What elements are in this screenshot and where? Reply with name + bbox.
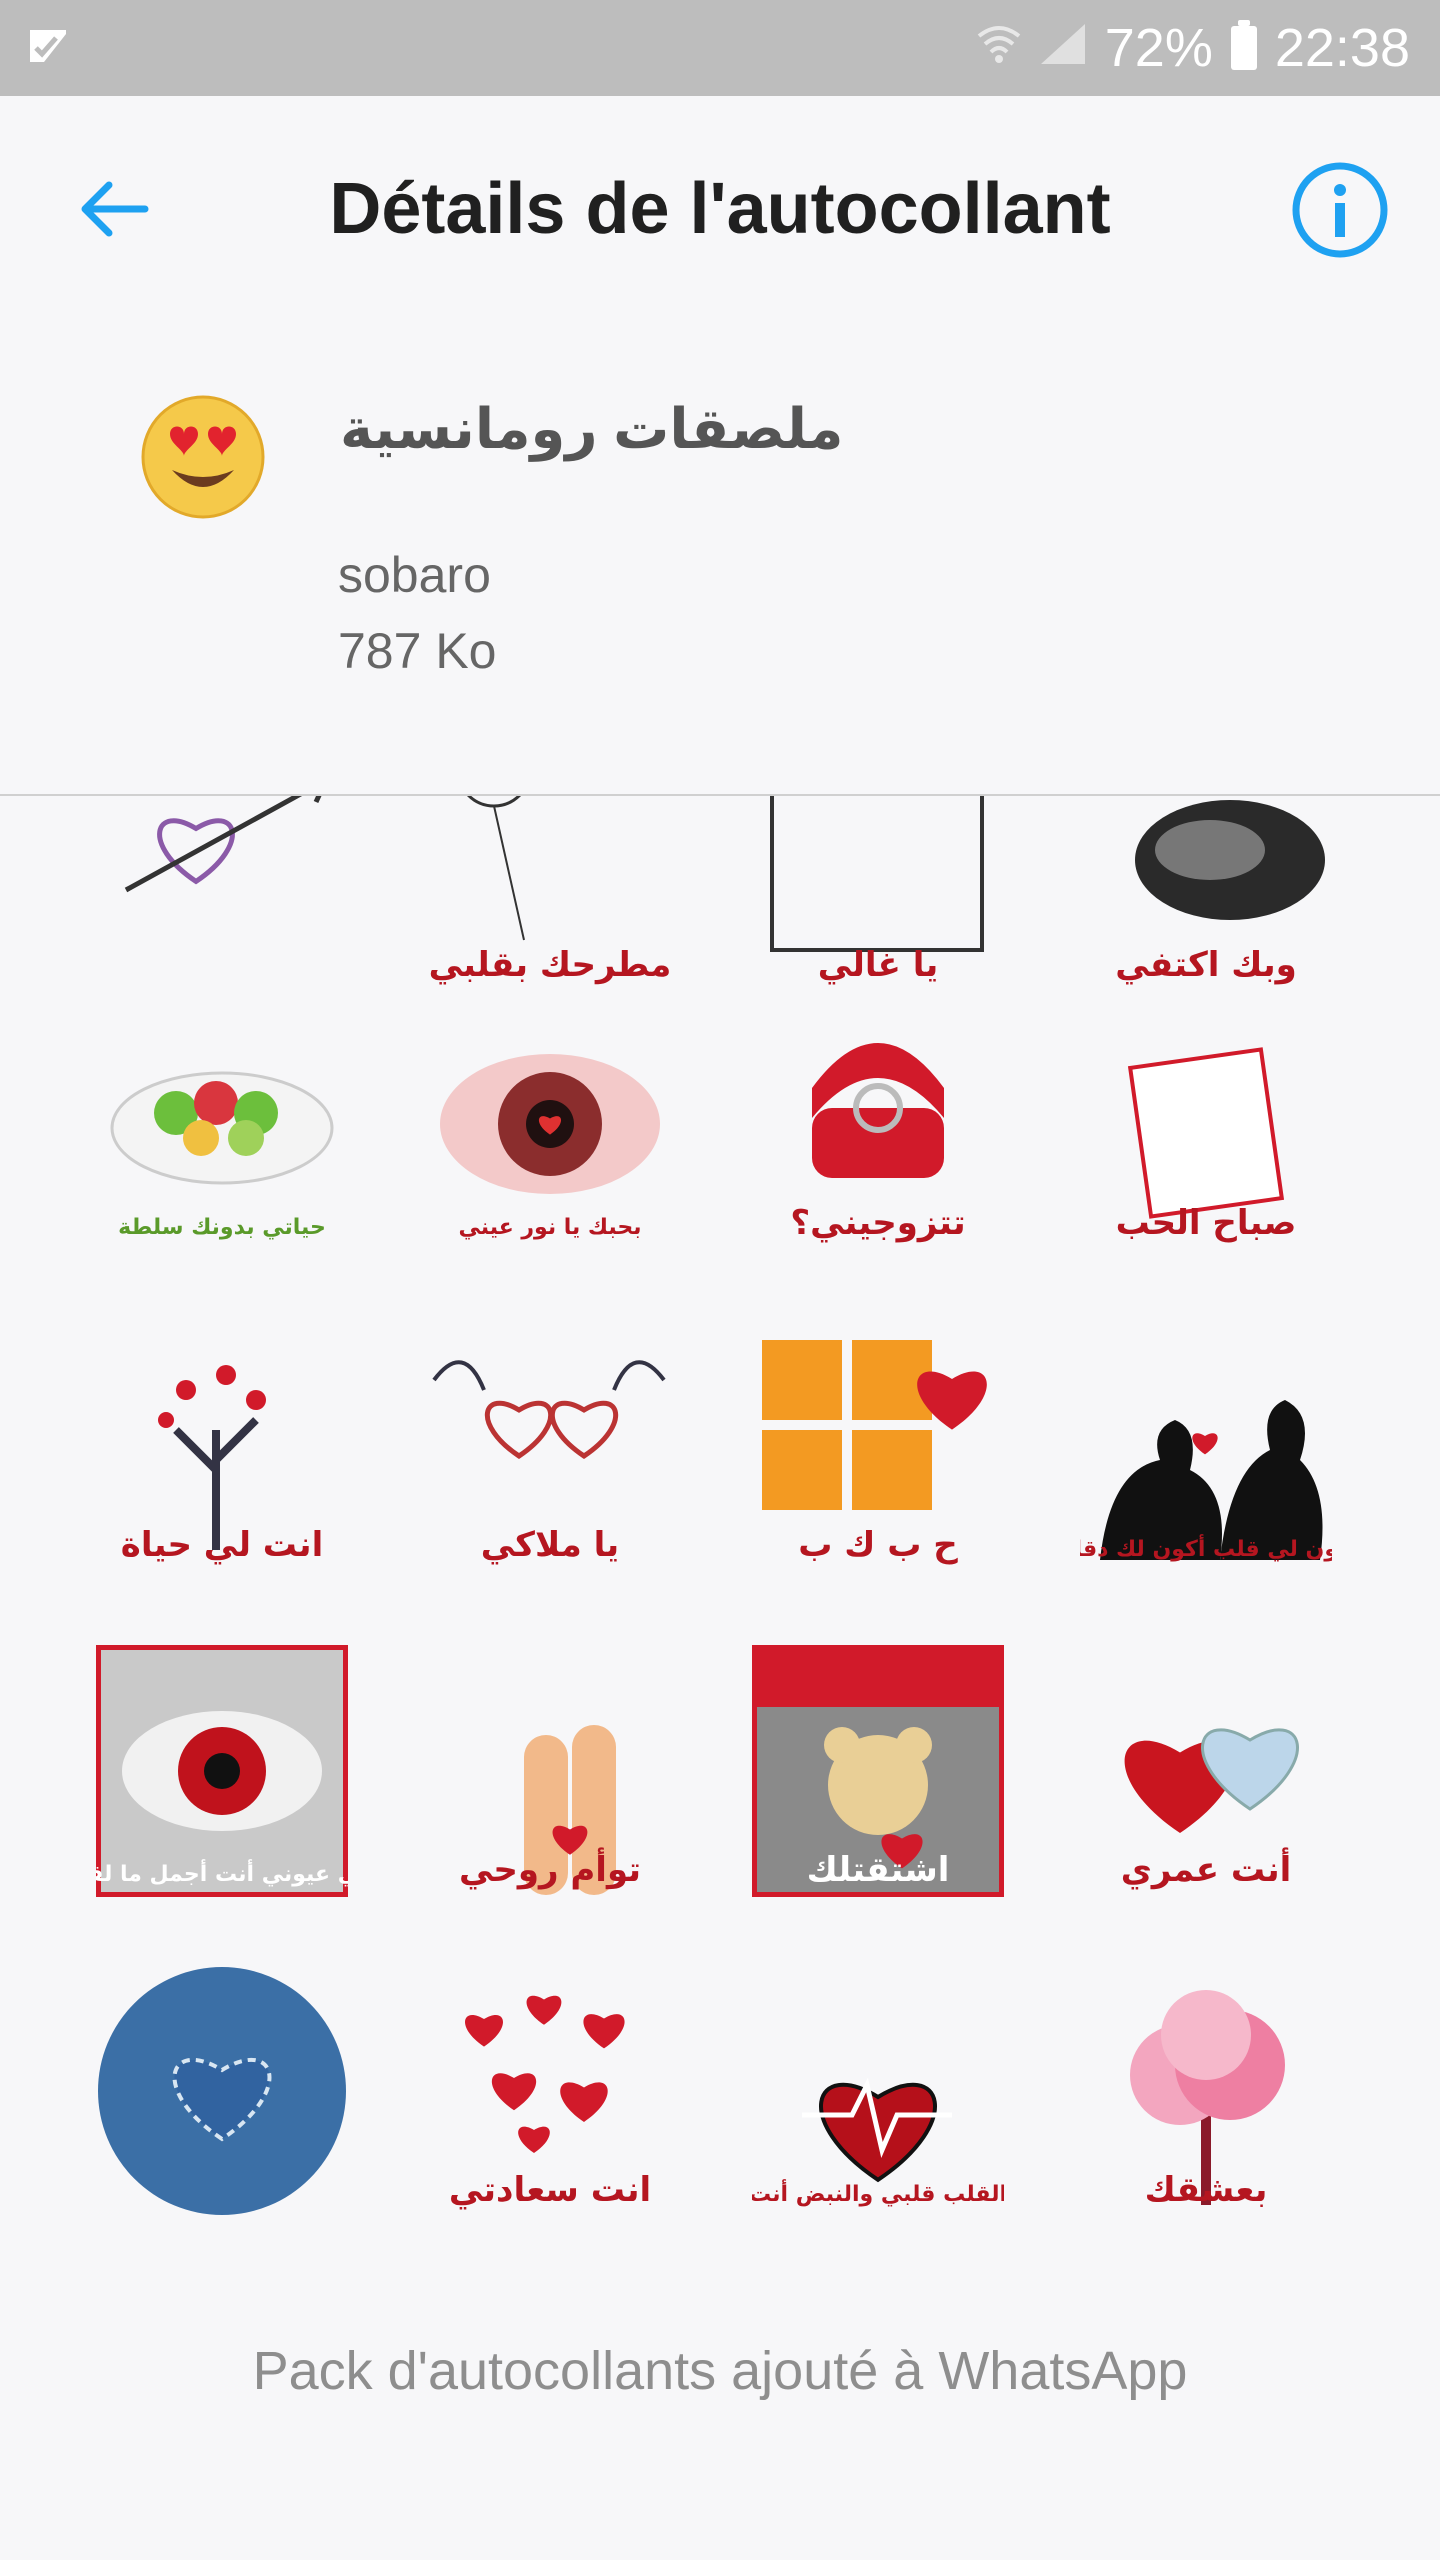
sticker-ring[interactable]: تتزوجيني؟	[748, 994, 1008, 1254]
sticker-balloon-heart-caption: مطرحك بقلبي	[429, 945, 672, 985]
sticker-heart-tree-image: انت لي حياة	[121, 1365, 323, 1565]
sticker-pink-tree-image: بعشقك	[1130, 1990, 1285, 2210]
pack-publisher: sobaro	[338, 547, 491, 603]
sticker-heartbeat[interactable]: القلب قلبي والنبض أنت	[748, 1961, 1008, 2221]
sticker-salad-caption: حياتي بدونك سلطة	[118, 1215, 326, 1240]
pack-size: 787 Ko	[338, 623, 497, 679]
sticker-eye[interactable]: بحبك يا نور عيني	[420, 994, 680, 1254]
sticker-ya-ghali-image: يا غالي	[770, 796, 984, 985]
sticker-holding-hands-image: وبك اكتفي	[1115, 800, 1325, 985]
sticker-many-hearts[interactable]: انت سعادتي	[420, 1961, 680, 2221]
pack-tray-icon	[140, 394, 266, 520]
sticker-denim-heart[interactable]	[92, 1961, 352, 2221]
sticker-letter-blocks-image: ح ب ك ب	[762, 1340, 987, 1565]
page-title: Détails de l'autocollant	[329, 169, 1111, 249]
sticker-eye-image: بحبك يا نور عيني	[440, 1054, 660, 1240]
added-status-text: Pack d'autocollants ajouté à WhatsApp	[252, 2341, 1188, 2401]
sticker-teddy-image: اشتقتلك	[752, 1645, 1004, 1897]
sticker-balloon-heart[interactable]: مطرحك بقلبي	[420, 796, 680, 996]
sticker-teddy-caption: اشتقتلك	[807, 1850, 950, 1890]
sticker-balloon-heart-image: مطرحك بقلبي	[429, 796, 672, 985]
sticker-ya-ghali[interactable]: يا غالي	[748, 796, 1008, 996]
sticker-pink-tree-caption: بعشقك	[1145, 2170, 1268, 2210]
sticker-arrow-heart[interactable]	[92, 796, 352, 996]
sticker-many-hearts-caption: انت سعادتي	[449, 2170, 651, 2210]
sticker-salad[interactable]: حياتي بدونك سلطة	[92, 994, 352, 1254]
sticker-salad-image: حياتي بدونك سلطة	[110, 1071, 334, 1240]
sticker-arrow-heart-image	[124, 796, 322, 893]
sticker-heartbeat-image: القلب قلبي والنبض أنت	[752, 2077, 1004, 2207]
info-icon	[1290, 160, 1390, 265]
sticker-winged-hearts-caption: يا ملاكي	[481, 1525, 619, 1565]
sticker-many-hearts-image: انت سعادتي	[449, 1995, 651, 2210]
app-bar: Détails de l'autocollant	[0, 96, 1440, 326]
sticker-red-eye-image: وفي عيوني أنت أجمل ما لقيت	[96, 1645, 348, 1897]
sticker-denim-heart-image	[98, 1967, 346, 2215]
sticker-winged-hearts-image: يا ملاكي	[432, 1360, 666, 1565]
battery-percent: 72%	[1104, 18, 1213, 78]
pack-header: ملصقات رومانسية sobaro 787 Ko	[0, 326, 1440, 794]
sticker-puzzle-hearts-image: أنت عمري	[1121, 1728, 1299, 1890]
sticker-letter-blocks[interactable]: ح ب ك ب	[748, 1316, 1008, 1576]
sticker-heartbeat-caption: القلب قلبي والنبض أنت	[752, 2178, 1004, 2207]
sticker-pink-tree[interactable]: بعشقك	[1076, 1961, 1336, 2221]
sticker-fingers-caption: توأم روحي	[459, 1847, 641, 1890]
sticker-ring-image: تتزوجيني؟	[790, 1043, 966, 1243]
sticker-puzzle-hearts[interactable]: أنت عمري	[1076, 1641, 1336, 1901]
info-button[interactable]	[1280, 152, 1400, 272]
sticker-morning-love[interactable]: صباح الحب	[1076, 994, 1336, 1254]
clock: 22:38	[1274, 18, 1410, 78]
status-bar: 72% 22:38	[0, 0, 1440, 96]
sticker-winged-hearts[interactable]: يا ملاكي	[420, 1316, 680, 1576]
sticker-eye-caption: بحبك يا نور عيني	[458, 1215, 641, 1240]
wifi-icon	[977, 17, 1021, 79]
sticker-teddy[interactable]: اشتقتلك	[748, 1641, 1008, 1901]
sticker-silhouette-couple-caption: تكون لي قلب أكون لك دقاته	[1080, 1533, 1332, 1562]
sticker-fingers[interactable]: توأم روحي	[420, 1641, 680, 1901]
sticker-red-eye-caption: وفي عيوني أنت أجمل ما لقيت	[96, 1858, 348, 1887]
sticker-ring-caption: تتزوجيني؟	[790, 1203, 965, 1243]
signal-icon	[1039, 17, 1087, 79]
sticker-letter-blocks-caption: ح ب ك ب	[798, 1525, 958, 1565]
sticker-holding-hands[interactable]: وبك اكتفي	[1076, 796, 1336, 996]
sticker-morning-love-caption: صباح الحب	[1116, 1203, 1297, 1243]
sticker-ya-ghali-caption: يا غالي	[818, 945, 939, 985]
sticker-silhouette-couple[interactable]: تكون لي قلب أكون لك دقاته	[1076, 1316, 1336, 1576]
notification-check-icon	[26, 24, 70, 73]
sticker-heart-tree-caption: انت لي حياة	[121, 1525, 323, 1565]
sticker-heart-tree[interactable]: انت لي حياة	[92, 1316, 352, 1576]
sticker-red-eye[interactable]: وفي عيوني أنت أجمل ما لقيت	[92, 1641, 352, 1901]
sticker-holding-hands-caption: وبك اكتفي	[1115, 945, 1297, 985]
sticker-fingers-image: توأم روحي	[459, 1725, 641, 1895]
sticker-morning-love-image: صباح الحب	[1116, 1047, 1297, 1243]
pack-name: ملصقات رومانسية	[340, 397, 844, 460]
sticker-silhouette-couple-image: تكون لي قلب أكون لك دقاته	[1080, 1400, 1332, 1562]
sticker-puzzle-hearts-caption: أنت عمري	[1121, 1847, 1292, 1890]
battery-icon	[1230, 20, 1257, 70]
sticker-grid: مطرحك بقلبي يا غالي وبك اكتفي حياتي بدونك س…	[0, 796, 1440, 2256]
